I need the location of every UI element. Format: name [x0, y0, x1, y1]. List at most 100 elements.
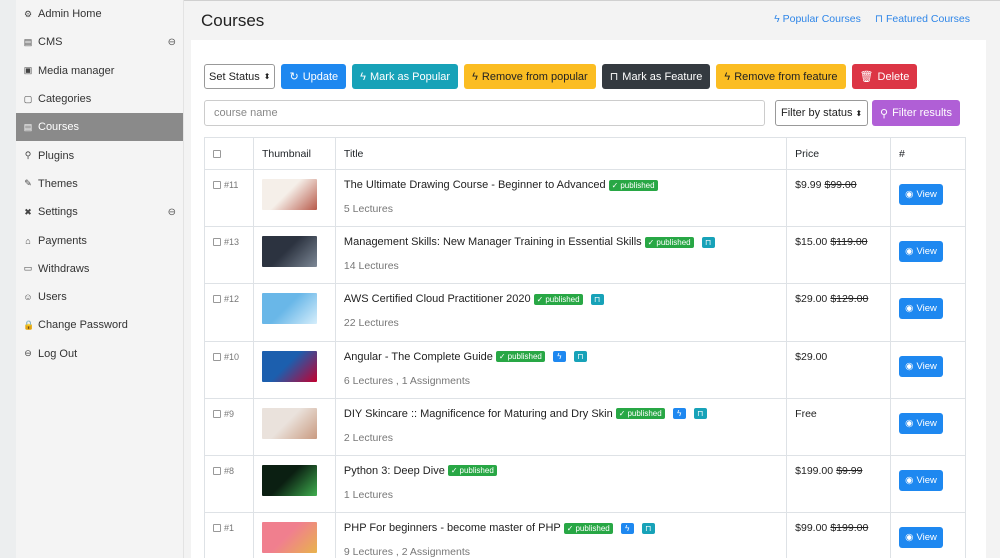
course-title[interactable]: Management Skills: New Manager Training … — [344, 236, 642, 248]
bolt-icon: ϟ — [774, 13, 780, 25]
row-checkbox[interactable] — [213, 352, 221, 361]
price-cell: Free — [786, 397, 892, 456]
price-header: Price — [786, 137, 892, 170]
row-checkbox[interactable] — [213, 181, 221, 190]
course-title[interactable]: DIY Skincare :: Magnificence for Maturin… — [344, 408, 613, 420]
published-badge: ✓ published — [533, 293, 583, 305]
window-edge — [0, 0, 16, 558]
thumbnail-cell — [252, 168, 336, 228]
sidebar-item-label: Log Out — [38, 347, 78, 360]
table-row: #12 AWS Certified Cloud Practitioner 202… — [204, 283, 966, 342]
course-name-search-input[interactable] — [204, 100, 765, 126]
eye-icon: ◉ — [905, 246, 914, 258]
price-cell: $15.00 $119.00 — [786, 226, 892, 285]
thumbnail-cell — [252, 512, 336, 558]
sidebar-item-change-password[interactable]: 🔒 Change Password — [16, 311, 183, 339]
thumbnail-cell — [252, 397, 336, 456]
action-cell: ◉ View — [890, 340, 966, 399]
sidebar-item-label: Plugins — [38, 149, 75, 162]
check-circle-icon: ✓ — [618, 409, 626, 419]
featured-courses-link[interactable]: ⊓ Featured Courses — [875, 13, 970, 25]
action-cell: ◉ View — [890, 168, 966, 228]
update-button[interactable]: ↻ Update — [281, 64, 347, 89]
eye-icon: ◉ — [905, 417, 914, 429]
sidebar-item-plugins[interactable]: ⚲ Plugins — [16, 141, 183, 169]
view-button[interactable]: ◉ View — [899, 412, 944, 434]
course-title-line: DIY Skincare :: Magnificence for Maturin… — [344, 408, 778, 420]
course-thumbnail — [261, 522, 317, 554]
view-button[interactable]: ◉ View — [899, 184, 944, 205]
title-cell: Management Skills: New Manager Training … — [334, 226, 788, 285]
select-all-checkbox[interactable] — [213, 150, 221, 159]
course-meta: 2 Lectures — [343, 431, 393, 444]
sidebar-item-label: CMS — [38, 36, 63, 49]
remove-feature-button[interactable]: ϟ Remove from feature — [716, 64, 846, 89]
course-thumbnail — [261, 407, 317, 439]
filter-results-button[interactable]: ⚲ Filter results — [872, 100, 960, 126]
course-thumbnail — [261, 464, 317, 496]
collapse-toggle-icon[interactable]: ⊖ — [168, 207, 176, 218]
action-cell: ◉ View — [890, 512, 966, 558]
row-checkbox[interactable] — [213, 467, 221, 476]
delete-button[interactable]: 🗑 Delete — [851, 64, 918, 89]
row-id: #1 — [224, 523, 235, 534]
set-status-select[interactable]: Set Status ⬍ — [204, 64, 276, 89]
published-badge: ✓ published — [644, 236, 694, 248]
sidebar-item-settings[interactable]: ✖ Settings ⊖ — [16, 198, 183, 226]
logout-icon: ⊖ — [24, 348, 32, 359]
course-title-line: Python 3: Deep Dive ✓ published — [344, 465, 778, 477]
sidebar-item-categories[interactable]: ▢ Categories — [16, 85, 183, 113]
sidebar-item-users[interactable]: ☺ Users — [16, 283, 183, 311]
featured-bookmark-icon: ⊓ — [701, 236, 715, 248]
course-title-line: Management Skills: New Manager Training … — [344, 236, 778, 248]
filter-row: Filter by status⬍ ⚲Filter results — [204, 100, 966, 126]
sidebar-item-payments[interactable]: ⌂ Payments — [16, 226, 183, 254]
action-cell: ◉ View — [890, 397, 966, 456]
page-title: Courses — [201, 11, 265, 30]
filter-by-status-select[interactable]: Filter by status ⬍ — [775, 100, 869, 126]
mark-feature-button[interactable]: ⊓ Mark as Feature — [601, 64, 711, 89]
course-title[interactable]: Python 3: Deep Dive — [344, 465, 445, 477]
media-icon: ▣ — [23, 65, 33, 76]
row-checkbox[interactable] — [213, 295, 221, 304]
sidebar-item-admin-home[interactable]: ⚙ Admin Home — [16, 0, 183, 28]
course-title[interactable]: The Ultimate Drawing Course - Beginner t… — [344, 179, 606, 191]
remove-popular-button[interactable]: ϟ Remove from popular — [464, 64, 596, 89]
popular-bolt-icon: ϟ — [620, 522, 634, 534]
popular-bolt-icon: ϟ — [672, 408, 686, 420]
sidebar-item-log-out[interactable]: ⊖ Log Out — [16, 340, 183, 368]
course-title[interactable]: PHP For beginners - become master of PHP — [344, 522, 561, 534]
sidebar-item-media-manager[interactable]: ▣ Media manager — [16, 57, 183, 85]
row-checkbox[interactable] — [213, 409, 221, 418]
search-icon: ⚲ — [880, 107, 889, 120]
view-button[interactable]: ◉ View — [899, 241, 944, 263]
price-cell: $99.00 $199.00 — [786, 512, 892, 558]
view-button[interactable]: ◉ View — [899, 527, 944, 549]
row-select-cell: #12 — [204, 283, 254, 342]
sidebar-item-themes[interactable]: ✎ Themes — [16, 170, 183, 198]
eye-icon: ◉ — [905, 303, 914, 315]
collapse-toggle-icon[interactable]: ⊖ — [168, 37, 176, 48]
table-row: #1 PHP For beginners - become master of … — [204, 512, 966, 558]
thumbnail-cell — [252, 340, 336, 399]
row-checkbox[interactable] — [213, 238, 221, 247]
table-row: #9 DIY Skincare :: Magnificence for Matu… — [204, 397, 966, 456]
popular-courses-link[interactable]: ϟ Popular Courses — [774, 13, 861, 25]
table-row: #13 Management Skills: New Manager Train… — [204, 226, 966, 285]
course-title[interactable]: AWS Certified Cloud Practitioner 2020 — [344, 293, 531, 305]
course-meta: 22 Lectures — [343, 317, 399, 330]
sidebar-item-label: Payments — [38, 234, 87, 247]
check-circle-icon: ✓ — [647, 237, 655, 247]
sidebar-item-withdraws[interactable]: ▭ Withdraws — [16, 255, 183, 283]
row-checkbox[interactable] — [213, 524, 221, 533]
course-title[interactable]: Angular - The Complete Guide — [344, 351, 493, 363]
action-cell: ◉ View — [890, 454, 966, 514]
table-header-row: Thumbnail Title Price # — [204, 137, 966, 170]
sidebar-item-cms[interactable]: ▤ CMS ⊖ — [16, 28, 183, 56]
mark-popular-button[interactable]: ϟ Mark as Popular — [352, 64, 459, 89]
view-button[interactable]: ◉ View — [899, 298, 944, 320]
view-button[interactable]: ◉ View — [899, 355, 944, 377]
sidebar-item-courses[interactable]: ▤ Courses — [16, 113, 183, 142]
row-id: #11 — [224, 180, 239, 190]
view-button[interactable]: ◉ View — [899, 469, 944, 491]
